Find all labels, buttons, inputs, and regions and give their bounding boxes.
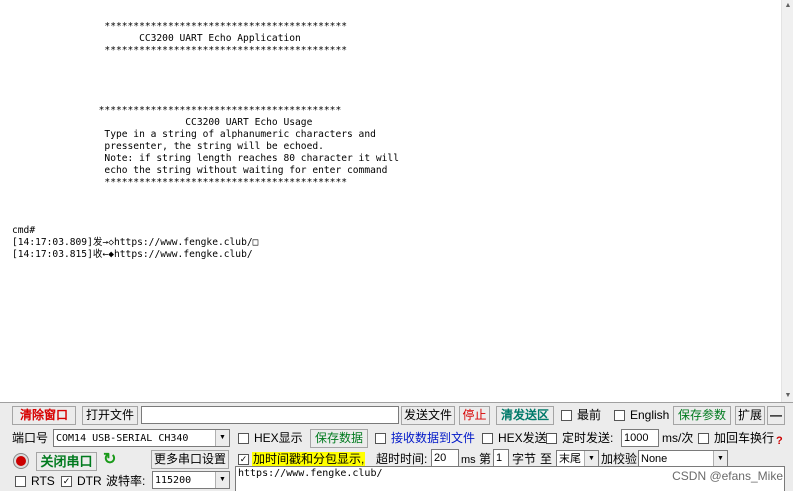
receive-line: ****************************************… (12, 105, 342, 116)
save-params-button[interactable]: 保存参数 (673, 406, 731, 425)
scroll-up-icon[interactable]: ▲ (782, 0, 793, 12)
timestamp-label-text: 加时间戳和分包显示, (252, 452, 366, 466)
baud-value: 115200 (155, 475, 192, 486)
save-data-button[interactable]: 保存数据 (310, 429, 368, 448)
receive-line: ****************************************… (12, 45, 348, 56)
scroll-down-icon[interactable]: ▼ (782, 390, 793, 402)
receive-line: ****************************************… (12, 177, 348, 188)
byte-prefix: 第 (479, 452, 492, 466)
hex-send-label: HEX发送 (498, 431, 547, 445)
stop-button[interactable]: 停止 (459, 406, 490, 425)
hex-send-checkbox[interactable] (482, 433, 493, 444)
byte-index-input[interactable]: 1 (493, 449, 509, 467)
receive-line: CC3200 UART Echo Usage (12, 117, 313, 128)
receive-line: CC3200 UART Echo Application (12, 33, 301, 44)
watermark: CSDN @efans_Mike (672, 469, 783, 483)
port-value: COM14 USB-SERIAL CH340 (56, 433, 189, 444)
receive-line: Type in a string of alphanumeric charact… (12, 129, 376, 140)
hex-display-checkbox[interactable] (238, 433, 249, 444)
to-label: 至 (540, 452, 553, 466)
collapse-button[interactable]: — (767, 406, 785, 425)
byte-suffix: 字节 (512, 452, 537, 466)
port-label: 端口号 (12, 431, 49, 445)
clear-window-button[interactable]: 清除窗口 (12, 406, 76, 425)
chevron-down-icon: ▼ (215, 430, 229, 446)
interval-input[interactable]: 1000 (621, 429, 659, 447)
baud-select[interactable]: 115200 ▼ (152, 471, 230, 489)
timed-send-label: 定时发送: (562, 431, 614, 445)
expand-button[interactable]: 扩展 (735, 406, 765, 425)
open-file-button[interactable]: 打开文件 (82, 406, 138, 425)
record-icon (14, 454, 28, 468)
file-path-input[interactable] (141, 406, 399, 424)
english-checkbox[interactable] (614, 410, 625, 421)
receive-line (12, 201, 399, 213)
port-select[interactable]: COM14 USB-SERIAL CH340 ▼ (53, 429, 230, 447)
topmost-checkbox[interactable] (561, 410, 572, 421)
checksum-label: 加校验 (601, 452, 638, 466)
checksum-value: None (641, 453, 668, 465)
hex-display-label: HEX显示 (254, 431, 303, 445)
receive-line (12, 93, 399, 105)
more-port-settings-button[interactable]: 更多串口设置 (151, 450, 229, 469)
chevron-down-icon: ▼ (215, 472, 229, 488)
receive-line: pressenter, the string will be echoed. (12, 141, 324, 152)
receive-line: ****************************************… (12, 21, 348, 32)
baud-label: 波特率: (106, 474, 146, 488)
receive-line (12, 69, 399, 81)
receive-line: echo the string without waiting for ente… (12, 165, 388, 176)
rts-label: RTS (31, 474, 55, 488)
clear-send-button[interactable]: 清发送区 (496, 406, 554, 425)
close-port-button[interactable]: 关闭串口 (36, 452, 97, 471)
to-value: 末尾 (559, 453, 581, 465)
receive-line (12, 189, 399, 201)
dtr-checkbox[interactable]: ✓ (61, 476, 72, 487)
recv-to-file-label[interactable]: 接收数据到文件 (391, 430, 475, 446)
receive-line (12, 81, 399, 93)
receive-line: [14:17:03.815]收←◆https://www.fengke.club… (12, 249, 253, 260)
rts-checkbox[interactable] (15, 476, 26, 487)
timeout-input[interactable]: 20 (431, 449, 459, 467)
timed-send-checkbox[interactable] (546, 433, 557, 444)
dtr-label: DTR (77, 474, 102, 488)
receive-area[interactable]: ****************************************… (0, 0, 781, 402)
help-icon[interactable]: ? (776, 433, 783, 449)
recv-to-file-checkbox[interactable] (375, 433, 386, 444)
receive-line (12, 213, 399, 225)
timeout-label: 超时时间: (376, 452, 428, 466)
send-file-button[interactable]: 发送文件 (401, 406, 455, 425)
add-crlf-label: 加回车换行 (714, 431, 775, 445)
refresh-icon[interactable]: ↻ (103, 452, 119, 468)
receive-line: [14:17:03.809]发→◇https://www.fengke.club… (12, 237, 259, 248)
timestamp-checkbox[interactable]: ✓ (238, 454, 249, 465)
timestamp-label: 加时间戳和分包显示, (252, 451, 366, 467)
english-label: English (630, 408, 670, 422)
chevron-down-icon: ▼ (584, 451, 598, 467)
chevron-down-icon: ▼ (713, 451, 727, 467)
receive-line: Note: if string length reaches 80 charac… (12, 153, 399, 164)
control-panel: 清除窗口 打开文件 发送文件 停止 清发送区 最前 English 保存参数 扩… (0, 402, 793, 491)
receive-text: ****************************************… (12, 21, 399, 261)
add-crlf-checkbox[interactable] (698, 433, 709, 444)
vertical-scrollbar[interactable]: ▲ ▼ (781, 0, 793, 402)
topmost-label: 最前 (577, 408, 602, 422)
receive-line (12, 57, 399, 69)
receive-line: cmd# (12, 225, 36, 236)
interval-unit: ms/次 (662, 431, 694, 445)
